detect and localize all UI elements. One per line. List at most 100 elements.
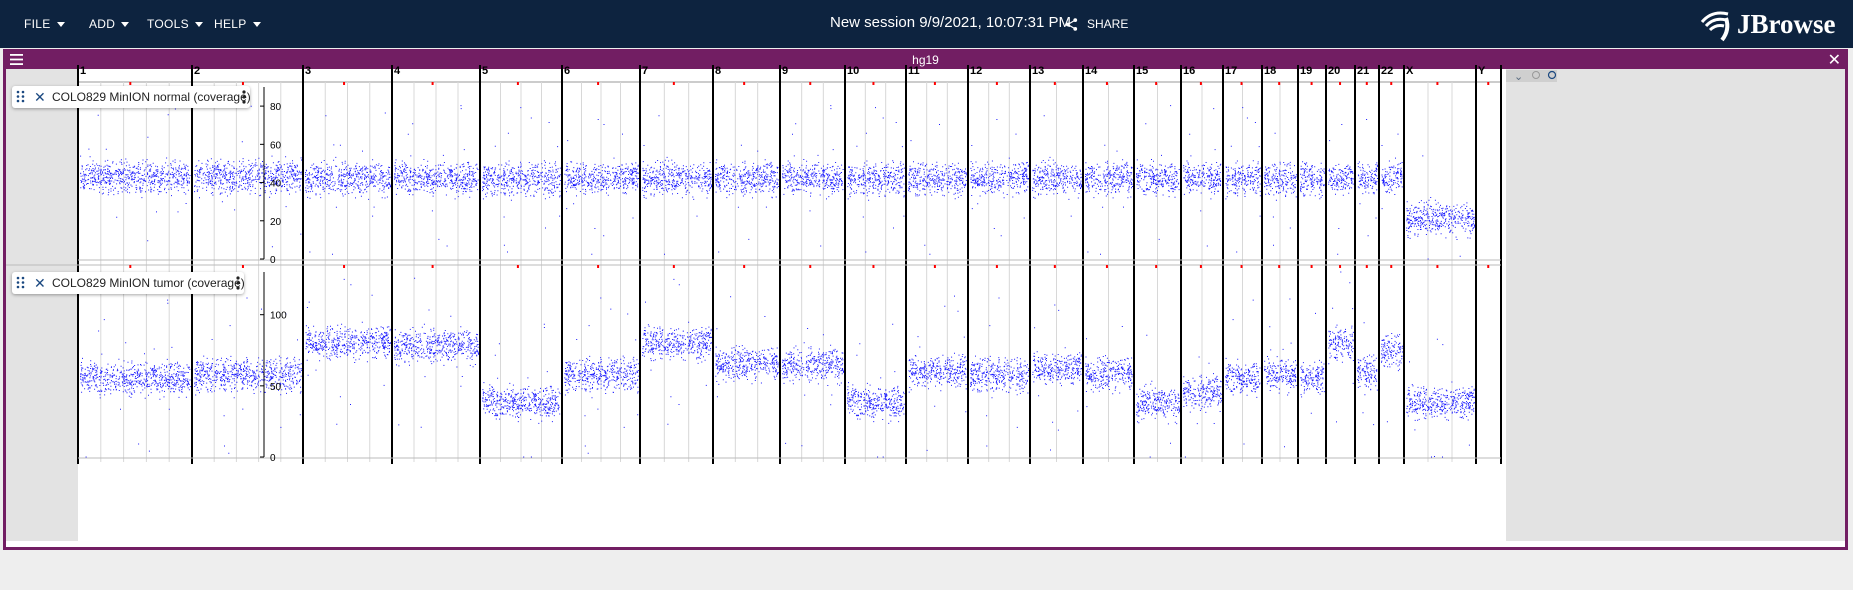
marker-tick (672, 82, 675, 85)
caret-down-icon (56, 22, 65, 28)
app-bar: FILE ADD TOOLS HELP New session 9/9/2021… (0, 0, 1853, 48)
marker-tick (343, 82, 346, 85)
marker-tick (1487, 82, 1490, 85)
track-menu-icon[interactable] (242, 90, 246, 104)
marker-tick (1278, 265, 1281, 268)
chromosome-label: X (1406, 65, 1414, 77)
marker-tick (1436, 82, 1439, 85)
marker-tick (1053, 265, 1056, 268)
chromosome-label: 1 (80, 65, 86, 77)
marker-tick (1155, 265, 1158, 268)
coverage-chart: ⌄1 2 3 4 5 6 7 8 9 10 11 12 13 14 15 16 17 18 19 20 21 22 X Y02… (6, 65, 1845, 541)
session-title[interactable]: New session 9/9/2021, 10:07:31 PM (830, 0, 1071, 48)
marker-tick (1105, 265, 1108, 268)
marker-tick (1436, 265, 1439, 268)
chromosome-label: 22 (1381, 65, 1393, 77)
track-menu-icon[interactable] (236, 276, 240, 290)
linear-genome-view: hg19 ✕ ⌄ 1 2 3 4 5 6 7 8 9 10 11 12 13 14 15 16 17 18 19 20 2… (3, 49, 1848, 550)
y-axis-tick-label: 40 (270, 179, 282, 190)
marker-tick (1240, 82, 1243, 85)
marker-tick (431, 265, 434, 268)
drag-handle-icon[interactable] (16, 276, 25, 289)
y-axis-tick-label: 0 (270, 453, 276, 464)
marker-tick (1390, 265, 1393, 268)
help-menu[interactable]: HELP (214, 0, 261, 48)
marker-tick (241, 82, 244, 85)
marker-tick (1199, 82, 1202, 85)
marker-tick (597, 82, 600, 85)
chromosome-label: 10 (847, 65, 859, 77)
marker-tick (1240, 265, 1243, 268)
close-track-icon[interactable]: ✕ (34, 86, 46, 108)
marker-tick (872, 82, 875, 85)
marker-tick (1105, 82, 1108, 85)
chromosome-label: 21 (1357, 65, 1369, 77)
y-axis-tick-label: 100 (270, 311, 287, 322)
chromosome-label: 6 (564, 65, 570, 77)
marker-tick (597, 265, 600, 268)
chromosome-label: 18 (1264, 65, 1276, 77)
coverage-points (80, 101, 1475, 260)
brand-name: JBrowse (1737, 9, 1836, 39)
coverage-points (80, 271, 1475, 458)
caret-down-icon (194, 22, 203, 28)
marker-tick (1365, 82, 1368, 85)
share-button[interactable]: SHARE (1064, 0, 1128, 48)
marker-tick (1310, 265, 1313, 268)
marker-tick (995, 82, 998, 85)
marker-tick (809, 82, 812, 85)
y-axis-tick-label: 50 (270, 382, 282, 393)
right-gutter (1506, 69, 1845, 541)
marker-tick (1339, 82, 1342, 85)
marker-tick (743, 82, 746, 85)
add-menu[interactable]: ADD (89, 0, 130, 48)
y-axis-tick-label: 20 (270, 217, 282, 228)
chromosome-label: 8 (715, 65, 721, 77)
jbrowse-logo-icon (1700, 11, 1730, 42)
marker-tick (672, 265, 675, 268)
drag-handle-icon[interactable] (16, 90, 25, 103)
chromosome-label: 11 (908, 65, 920, 77)
share-icon (1065, 18, 1078, 32)
marker-tick (431, 82, 434, 85)
chromosome-label: 4 (394, 65, 401, 77)
marker-tick (743, 265, 746, 268)
marker-tick (1339, 265, 1342, 268)
chromosome-label: 17 (1225, 65, 1237, 77)
track-label-tumor: ✕ COLO829 MinION tumor (coverage) (12, 272, 245, 294)
chromosome-label: 20 (1328, 65, 1340, 77)
marker-tick (1278, 82, 1281, 85)
marker-tick (516, 82, 519, 85)
marker-tick (872, 265, 875, 268)
chromosome-label: 15 (1136, 65, 1148, 77)
y-axis-tick-label: 60 (270, 140, 282, 151)
marker-tick (1053, 82, 1056, 85)
chromosome-label: 3 (305, 65, 311, 77)
marker-tick (809, 265, 812, 268)
tools-menu[interactable]: TOOLS (147, 0, 203, 48)
chromosome-label: 2 (194, 65, 200, 77)
chromosome-label: 9 (782, 65, 788, 77)
file-menu[interactable]: FILE (24, 0, 65, 48)
track-label-normal: ✕ COLO829 MinION normal (coverage) (12, 86, 251, 108)
chromosome-label: 7 (642, 65, 648, 77)
marker-tick (995, 265, 998, 268)
track-name: COLO829 MinION normal (coverage) (52, 90, 251, 104)
chromosome-label: Y (1478, 65, 1486, 77)
marker-tick (933, 82, 936, 85)
marker-tick (1155, 82, 1158, 85)
chromosome-label: 19 (1300, 65, 1312, 77)
chromosome-label: 12 (970, 65, 982, 77)
marker-tick (1199, 265, 1202, 268)
close-track-icon[interactable]: ✕ (34, 272, 46, 294)
marker-tick (1390, 82, 1393, 85)
caret-down-icon (252, 22, 261, 28)
caret-down-icon (121, 22, 130, 28)
marker-tick (1487, 265, 1490, 268)
marker-tick (933, 265, 936, 268)
chromosome-label: 16 (1183, 65, 1195, 77)
y-axis-tick-label: 80 (270, 102, 282, 113)
left-gutter (6, 69, 78, 541)
marker-tick (516, 265, 519, 268)
marker-tick (343, 265, 346, 268)
